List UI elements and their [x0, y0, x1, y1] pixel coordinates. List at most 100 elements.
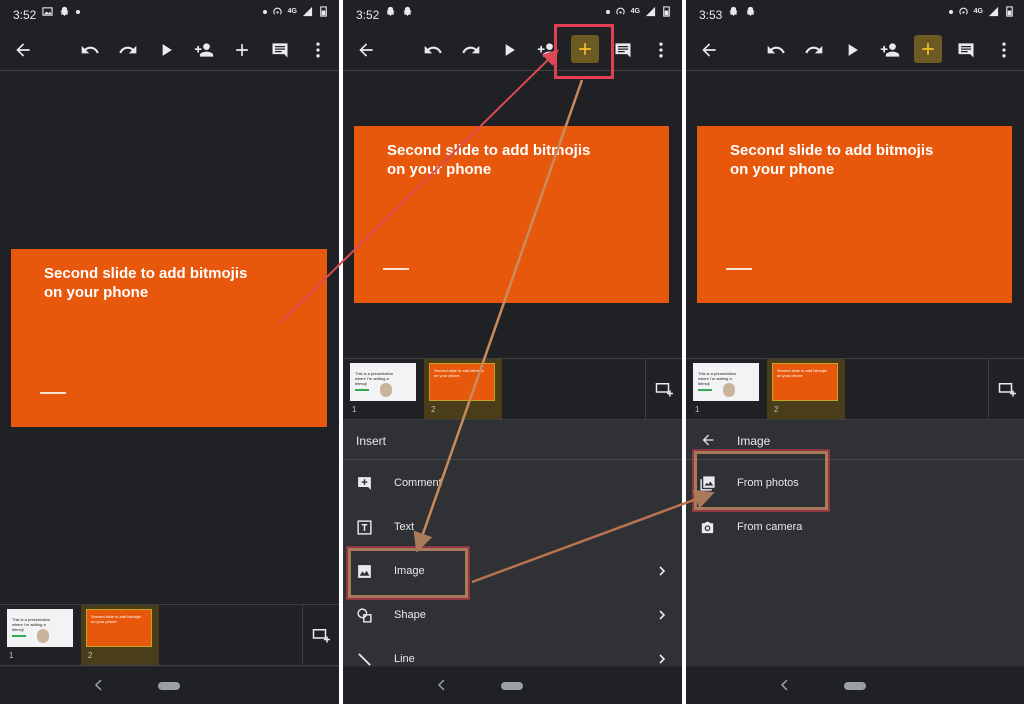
nav-back-icon[interactable] [779, 677, 791, 693]
play-icon [848, 44, 858, 56]
back-button[interactable] [696, 37, 722, 63]
panel-title: Image [737, 434, 771, 448]
present-button[interactable] [153, 37, 179, 63]
chevron-right-icon [659, 566, 666, 576]
snapchat-icon [403, 6, 412, 17]
signal-icon [988, 6, 999, 17]
play-icon [162, 44, 172, 56]
thumb-text: Second slide to add bitmojis on your pho… [777, 368, 827, 378]
insert-shape-item[interactable]: Shape [343, 593, 682, 637]
battery-icon [663, 6, 670, 17]
play-icon [505, 44, 515, 56]
signal-icon [302, 6, 313, 17]
redo-icon [119, 45, 137, 54]
present-button[interactable] [496, 37, 522, 63]
shape-icon [357, 608, 372, 623]
hotspot-icon [272, 7, 282, 15]
redo-button[interactable] [801, 37, 827, 63]
filmstrip: This is a presentation where I'm adding … [0, 604, 339, 666]
snapchat-icon [746, 6, 755, 17]
insert-panel-header: Insert [343, 420, 682, 460]
more-vert-icon [659, 42, 663, 58]
slide-canvas[interactable]: Second slide to add bitmojis on your pho… [354, 126, 669, 303]
share-button[interactable] [877, 37, 903, 63]
back-arrow-icon [359, 43, 373, 57]
undo-button[interactable] [420, 37, 446, 63]
comment-button[interactable] [953, 37, 979, 63]
slides-toolbar [686, 28, 1024, 71]
slide-underline [40, 392, 66, 394]
network-type: 4G [287, 8, 297, 15]
notification-dot [948, 9, 953, 14]
insert-comment-item[interactable]: Comment [343, 461, 682, 505]
notification-dot [262, 9, 267, 14]
nav-back-icon[interactable] [436, 677, 448, 693]
chevron-right-icon [659, 654, 666, 664]
status-time: 3:53 [699, 8, 723, 22]
comment-icon [272, 43, 288, 58]
thumb-text: This is a presentation where I'm adding … [12, 617, 51, 632]
insert-button[interactable] [914, 35, 942, 63]
redo-button[interactable] [115, 37, 141, 63]
slides-toolbar [343, 28, 682, 71]
home-pill[interactable] [501, 682, 523, 690]
slide-underline [383, 268, 409, 270]
highlight-image-item [348, 548, 468, 598]
phone-screen-2: 3:52 4G Second slide to add bitmojis on … [343, 0, 682, 704]
status-bar: 3:52 4G [343, 0, 682, 28]
undo-icon [81, 45, 99, 54]
slide-canvas[interactable]: Second slide to add bitmojis on your pho… [697, 126, 1012, 303]
comment-icon [615, 43, 631, 58]
signal-icon [645, 6, 656, 17]
phone-screen-1: 3:52 4G Second slide to add bitmojis on … [0, 0, 339, 704]
add-person-icon [880, 43, 900, 57]
back-button[interactable] [10, 37, 36, 63]
add-person-icon [194, 43, 214, 57]
back-arrow-icon[interactable] [700, 432, 716, 448]
insert-text-item[interactable]: Text [343, 505, 682, 549]
nav-bar [343, 666, 682, 704]
home-pill[interactable] [844, 682, 866, 690]
back-arrow-icon [702, 43, 716, 57]
more-button[interactable] [305, 37, 331, 63]
comment-icon [958, 43, 974, 58]
comment-button[interactable] [267, 37, 293, 63]
notification-dot [605, 9, 610, 14]
add-slide-icon [998, 383, 1016, 397]
from-camera-item[interactable]: From camera [686, 505, 1024, 549]
undo-button[interactable] [763, 37, 789, 63]
slide-title: Second slide to add bitmojis on your pho… [44, 265, 248, 301]
status-time: 3:52 [356, 8, 380, 22]
nav-back-icon[interactable] [93, 677, 105, 693]
plus-icon [236, 44, 248, 56]
battery-icon [320, 6, 327, 17]
thumb-text: This is a presentation where I'm adding … [355, 371, 394, 386]
status-time: 3:52 [13, 8, 37, 22]
slide-title: Second slide to add bitmojis on your pho… [387, 142, 591, 178]
nav-bar [686, 666, 1024, 704]
new-slide-button[interactable] [302, 605, 339, 665]
undo-icon [424, 45, 442, 54]
back-button[interactable] [353, 37, 379, 63]
undo-icon [767, 45, 785, 54]
snapchat-icon [386, 6, 395, 17]
slides-toolbar [0, 28, 339, 71]
phone-screen-3: 3:53 4G Second slide to add bitmojis on … [686, 0, 1024, 704]
more-button[interactable] [648, 37, 674, 63]
home-pill[interactable] [158, 682, 180, 690]
share-button[interactable] [191, 37, 217, 63]
thumb-text: This is a presentation where I'm adding … [698, 371, 737, 386]
new-slide-button[interactable] [988, 359, 1024, 419]
more-button[interactable] [991, 37, 1017, 63]
thumb-text: Second slide to add bitmojis on your pho… [91, 614, 141, 624]
slide-canvas[interactable]: Second slide to add bitmojis on your pho… [11, 249, 327, 427]
snapchat-icon [729, 6, 738, 17]
new-slide-button[interactable] [645, 359, 682, 419]
present-button[interactable] [839, 37, 865, 63]
network-type: 4G [630, 8, 640, 15]
undo-button[interactable] [77, 37, 103, 63]
hotspot-icon [615, 7, 625, 15]
redo-button[interactable] [458, 37, 484, 63]
panel-title: Insert [356, 434, 387, 448]
insert-button[interactable] [229, 37, 255, 63]
